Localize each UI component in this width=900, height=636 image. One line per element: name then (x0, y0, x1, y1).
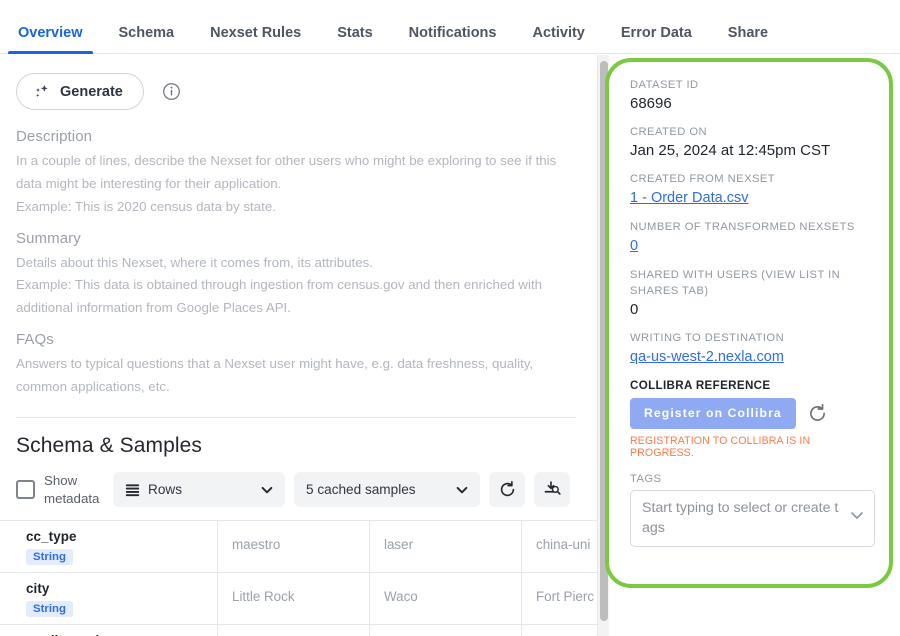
collibra-label: Collibra Reference (630, 378, 771, 392)
doc-body: Answers to typical questions that a Nexs… (16, 356, 534, 395)
rows-select-value: Rows (148, 482, 182, 498)
tab-activity[interactable]: Activity (514, 25, 602, 54)
info-icon[interactable] (162, 82, 181, 101)
doc-heading: Summary (16, 229, 81, 247)
metadata-field-label: Dataset ID (630, 79, 699, 91)
tags-placeholder: Start typing to select or create tags (642, 499, 839, 537)
sparkles-icon (33, 83, 51, 101)
schema-samples-table: cc_type String maestro laser china-uni city St… (0, 519, 598, 636)
metadata-field-label: Created From Nexset (630, 173, 776, 186)
tab-schema[interactable]: Schema (101, 25, 193, 54)
table-row: credit_cardString3e1818e7fff4fe273f692a5… (0, 624, 598, 636)
download-inspect-icon (543, 480, 562, 499)
rows-select[interactable]: Rows (113, 472, 285, 508)
scrollbar-thumb[interactable] (600, 61, 608, 621)
sample-value-cell: 39a98874 (522, 625, 598, 636)
sample-value: china-uni (536, 536, 591, 552)
table-row: cc_type String maestro laser china-uni (0, 520, 598, 573)
register-on-collibra-button[interactable]: Register on Collibra (630, 397, 796, 429)
metadata-field-label: Writing to destination (630, 331, 785, 344)
metadata-field: Number of transformed Nexsets 0 (630, 220, 875, 255)
tab-error-data[interactable]: Error Data (603, 25, 710, 54)
collibra-reference-section: Collibra Reference Register on Collibra Re… (630, 379, 875, 459)
metadata-field-label: Number of transformed Nexsets (630, 221, 855, 234)
tab-nexset-rules[interactable]: Nexset Rules (192, 25, 319, 54)
sample-value-cell: china-uni (522, 521, 598, 572)
sample-value-cell: f692a52b8ed16919 (370, 624, 522, 636)
sample-value-cell: 3e1818e7fff4fe273 (218, 624, 370, 636)
metadata-field: Created From Nexset 1 - Order Data.csv (630, 172, 875, 207)
sample-value: Waco (384, 588, 418, 604)
generate-button-label: Generate (60, 83, 123, 100)
metadata-field-value: 0 (630, 300, 639, 318)
sample-value: Fort Pierc (536, 588, 595, 604)
doc-heading: FAQs (16, 331, 54, 349)
collibra-actions: Register on Collibra (630, 397, 875, 429)
show-metadata-label: Show metadata (44, 472, 100, 506)
schema-samples-title: Schema & Samples (16, 433, 203, 457)
chevron-down-icon (260, 483, 274, 497)
tab-overview[interactable]: Overview (0, 25, 101, 54)
metadata-field-label: Shared with users (view list in Shares t… (630, 269, 841, 297)
sample-value-cell: Little Rock (218, 572, 370, 624)
metadata-field: Dataset ID 68696 (630, 78, 875, 112)
field-type-badge: String (26, 548, 73, 565)
schema-toolbar: Show metadata Rows 5 cached samples (0, 458, 598, 508)
download-inspect-button[interactable] (534, 472, 570, 508)
refresh-samples-button[interactable] (489, 472, 525, 508)
overview-left-pane: Generate Description In a couple of lines… (0, 55, 598, 636)
metadata-field: Created On Jan 25, 2024 at 12:45pm CST (630, 125, 875, 159)
tab-bar: Overview Schema Nexset Rules Stats Notificat… (0, 0, 900, 54)
field-type-badge: String (26, 600, 73, 617)
cached-samples-value: 5 cached samples (306, 482, 416, 498)
field-name-cell: city String (0, 572, 218, 624)
tags-input[interactable]: Start typing to select or create tags (630, 489, 875, 548)
field-name-cell: cc_type String (0, 520, 218, 572)
chevron-down-icon (849, 507, 865, 523)
metadata-field: Shared with users (view list in Shares t… (630, 268, 875, 317)
sample-value: maestro (232, 536, 281, 552)
field-name-cell: credit_cardString (0, 624, 218, 636)
chevron-down-icon (455, 483, 469, 497)
doc-body: Details about this Nexset, where it come… (16, 254, 543, 316)
dataset-metadata-panel: Dataset ID 68696 Created On Jan 25, 2024 at… (610, 60, 895, 590)
checkbox-box (16, 480, 35, 500)
metadata-field-link[interactable]: 1 - Order Data.csv (630, 190, 748, 206)
generate-row: Generate (0, 55, 598, 110)
generate-button[interactable]: Generate (16, 73, 144, 110)
sample-value: Little Rock (232, 588, 295, 604)
sample-value-cell: Waco (370, 572, 522, 624)
nexset-overview-page: Overview Schema Nexset Rules Stats Notificat… (0, 0, 900, 636)
tags-section: Tags Start typing to select or create tag… (630, 472, 875, 548)
tab-stats[interactable]: Stats (319, 25, 390, 54)
tab-share[interactable]: Share (710, 25, 786, 54)
page-scrollbar[interactable] (597, 55, 609, 636)
sample-value-cell: Fort Pierc (522, 573, 598, 624)
collibra-status-text: Registration to Collibra is in progress. (630, 434, 811, 459)
cached-samples-select[interactable]: 5 cached samples (294, 472, 480, 508)
table-row: city String Little Rock Waco Fort Pierc (0, 572, 598, 625)
metadata-field-value: Jan 25, 2024 at 12:45pm CST (630, 142, 831, 160)
sample-value-cell: maestro (218, 520, 370, 572)
sample-value-cell: laser (370, 520, 522, 572)
metadata-field: Writing to destination qa-us-west-2.nexla… (630, 331, 875, 366)
doc-heading: Description (16, 128, 93, 145)
tab-notifications[interactable]: Notifications (391, 25, 515, 54)
tags-label: Tags (630, 472, 662, 485)
field-name: cc_type (26, 528, 77, 544)
metadata-field-label: Created On (630, 126, 708, 139)
refresh-icon[interactable] (807, 403, 828, 424)
nexset-documentation: Description In a couple of lines, describ… (0, 110, 598, 399)
doc-body: In a couple of lines, describe the Nexse… (16, 153, 557, 214)
metadata-field-value: 68696 (630, 95, 672, 113)
show-metadata-checkbox[interactable]: Show metadata (16, 472, 104, 508)
rows-list-icon (125, 483, 140, 497)
refresh-icon (498, 480, 517, 499)
metadata-field-link[interactable]: qa-us-west-2.nexla.com (630, 349, 784, 365)
field-name: city (26, 580, 50, 596)
sample-value: laser (384, 536, 414, 552)
metadata-field-link[interactable]: 0 (630, 238, 638, 254)
